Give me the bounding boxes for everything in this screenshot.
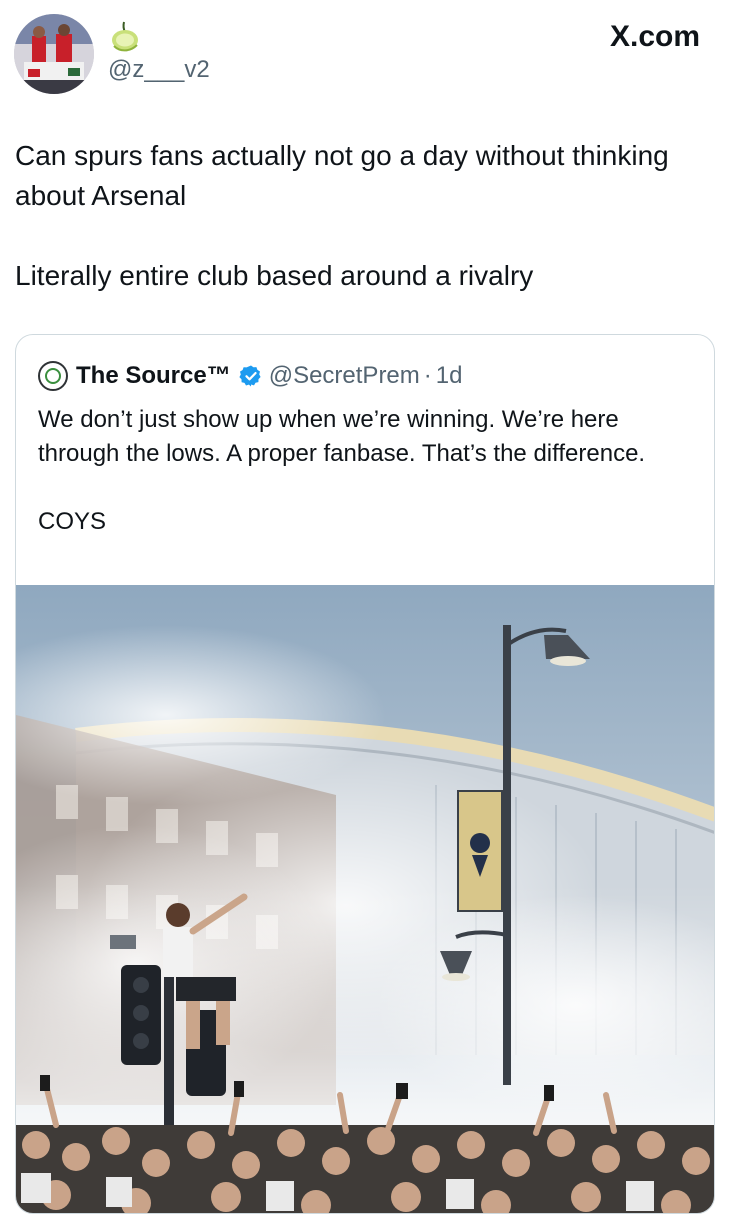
verified-badge-icon bbox=[239, 365, 261, 387]
stadium-crowd-photo bbox=[16, 585, 714, 1213]
dot-separator: · bbox=[423, 362, 432, 389]
avatar-image bbox=[14, 14, 94, 94]
site-label: X.com bbox=[609, 20, 700, 53]
quoted-paragraph: We don’t just show up when we’re winning… bbox=[38, 406, 646, 467]
author-avatar[interactable] bbox=[14, 14, 94, 94]
tweet-paragraph: Can spurs fans actually not go a day wit… bbox=[15, 140, 669, 211]
quoted-author-avatar[interactable] bbox=[38, 361, 68, 391]
quoted-paragraph: COYS bbox=[38, 508, 107, 535]
author-handle[interactable]: @z___v2 bbox=[108, 56, 210, 84]
quoted-tweet-text: We don’t just show up when we’re winning… bbox=[38, 403, 698, 539]
quoted-tweet-time[interactable]: 1d bbox=[436, 362, 463, 390]
tweet-paragraph: Literally entire club based around a riv… bbox=[15, 260, 534, 291]
quoted-tweet-card[interactable]: The Source™ @SecretPrem · 1d We don’t ju… bbox=[15, 334, 715, 1214]
quoted-author-name[interactable]: The Source™ bbox=[76, 362, 231, 390]
quoted-tweet-header: The Source™ @SecretPrem · 1d bbox=[38, 359, 462, 393]
quoted-tweet-photo[interactable] bbox=[16, 585, 714, 1213]
quoted-author-handle[interactable]: @SecretPrem bbox=[269, 362, 420, 390]
lime-icon bbox=[112, 21, 138, 52]
tweet-text: Can spurs fans actually not go a day wit… bbox=[15, 136, 705, 296]
